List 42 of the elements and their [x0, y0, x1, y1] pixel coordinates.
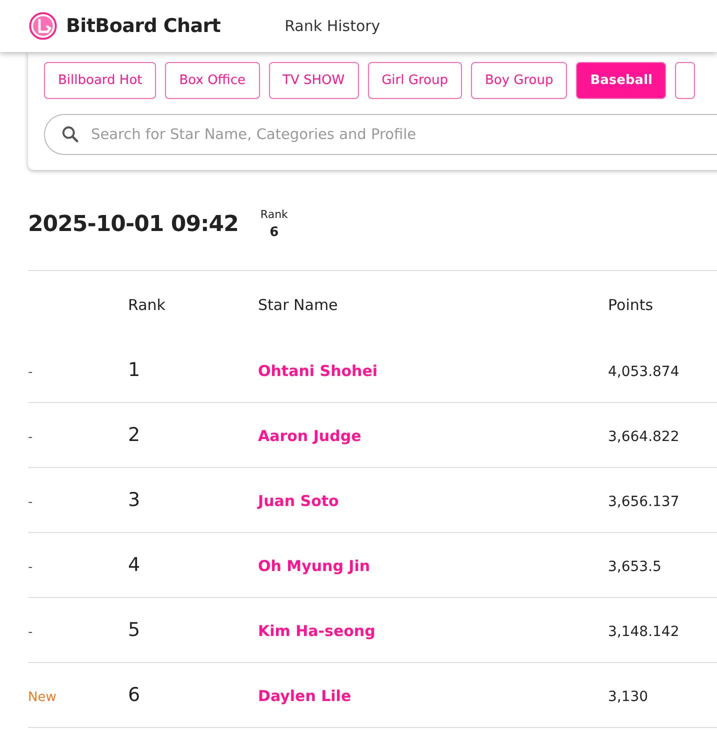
star-name-link[interactable]: Kim Ha-seong: [258, 622, 376, 640]
column-header: Points: [608, 296, 654, 314]
points-value: 3,148.142: [608, 624, 680, 640]
snapshot-datetime: 2025-10-01 09:42: [28, 212, 238, 237]
rank-number: 5: [128, 619, 140, 641]
rank-number: 2: [128, 424, 140, 446]
category-tab[interactable]: Box Office: [165, 62, 260, 99]
category-tab[interactable]: [675, 62, 696, 99]
points-value: 4,053.874: [608, 364, 680, 380]
star-name-link[interactable]: Ohtani Shohei: [258, 362, 378, 380]
column-header: Star Name: [258, 296, 338, 314]
category-tab[interactable]: Boy Group: [470, 62, 568, 99]
category-tab[interactable]: TV SHOW: [268, 62, 359, 99]
rank-change: New: [28, 690, 56, 704]
points-value: 3,130: [608, 688, 648, 704]
nav-link[interactable]: Rank History: [284, 17, 380, 35]
rank-value: 6: [270, 225, 279, 240]
logo-icon: [29, 12, 57, 40]
points-value: 3,653.5: [608, 558, 662, 574]
star-name-link[interactable]: Daylen Lile: [258, 686, 352, 704]
star-name-link[interactable]: Oh Myung Jin: [258, 556, 370, 574]
star-name-link[interactable]: Aaron Judge: [258, 426, 362, 444]
search-field[interactable]: Search for Star Name, Categories and Profile: [44, 114, 717, 155]
rank-change: -: [28, 494, 33, 510]
category-tab[interactable]: Girl Group: [368, 62, 462, 99]
rank-number: 1: [128, 359, 140, 381]
rank-label: Rank: [260, 208, 288, 221]
rank-number: 6: [128, 684, 140, 706]
column-header: Rank: [128, 296, 166, 314]
points-value: 3,656.137: [608, 494, 680, 510]
brand-name: BitBoard Chart: [66, 15, 221, 37]
rank-change: -: [28, 624, 33, 640]
category-tab[interactable]: Baseball: [576, 62, 666, 99]
rank-change: -: [28, 560, 33, 574]
points-value: 3,664.822: [608, 428, 680, 444]
category-tab[interactable]: Billboard Hot: [44, 62, 156, 99]
star-name-link[interactable]: Juan Soto: [258, 492, 339, 510]
rank-number: 4: [128, 554, 140, 576]
rank-number: 3: [128, 489, 140, 511]
rank-change: -: [28, 364, 33, 380]
rank-change: -: [28, 430, 33, 444]
search-icon: [61, 125, 80, 144]
